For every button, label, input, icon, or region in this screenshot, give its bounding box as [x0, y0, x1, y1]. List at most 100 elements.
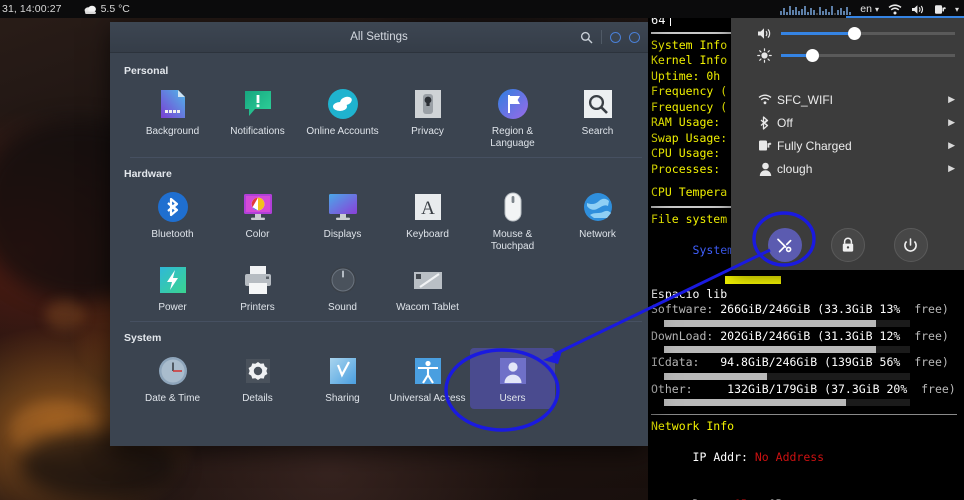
settings-tile-label: Keyboard	[406, 229, 449, 240]
disk-bar	[664, 399, 910, 406]
volume-slider-row[interactable]	[731, 22, 964, 44]
chevron-right-icon: ▶	[948, 94, 955, 104]
clock[interactable]: 31, 14:00:27	[2, 3, 62, 15]
settings-tile-network[interactable]: Network	[555, 184, 640, 257]
menu-item-wifi[interactable]: SFC_WIFI ▶	[731, 88, 964, 111]
settings-tile-label: Displays	[323, 229, 362, 240]
brightness-slider-row[interactable]	[731, 44, 964, 66]
disk-line: ICdata: 94.8GiB/246GiB (139GiB 56% free)	[651, 355, 949, 369]
color-icon	[241, 190, 275, 224]
minimize-button[interactable]	[610, 31, 621, 43]
settings-tile-keyboard[interactable]: A Keyboard	[385, 184, 470, 257]
displays-icon	[326, 190, 360, 224]
settings-tile-label: Printers	[240, 302, 275, 313]
details-icon	[241, 354, 275, 388]
brightness-slider-track[interactable]	[781, 48, 955, 62]
settings-tile-label: Color	[245, 229, 270, 240]
disk-row: DownLoad: 202GiB/246GiB (31.3GiB 12% fre…	[651, 328, 961, 353]
top-bar: 31, 14:00:27 5.5 °C en ▾ ▾	[0, 0, 964, 18]
lock-button[interactable]	[830, 228, 865, 262]
settings-tile-users[interactable]: Users	[470, 348, 555, 409]
users-icon	[496, 354, 530, 388]
wacom-tablet-icon	[411, 263, 445, 297]
weather-indicator[interactable]: 5.5 °C	[84, 3, 130, 15]
all-settings-window: All Settings Personal Background Notific…	[110, 22, 648, 446]
weather-temp: 5.5 °C	[100, 3, 130, 15]
settings-tile-power[interactable]: Power	[130, 257, 215, 318]
settings-tile-bluetooth[interactable]: Bluetooth	[130, 184, 215, 257]
settings-tile-label: Sharing	[325, 393, 360, 404]
volume-icon[interactable]	[911, 4, 925, 15]
settings-tile-label: Notifications	[230, 126, 285, 137]
settings-grid-personal: Background Notifications Online Accounts…	[110, 79, 648, 162]
language-indicator[interactable]: en ▾	[860, 3, 879, 15]
menu-item-bluetooth[interactable]: Off ▶	[731, 111, 964, 134]
settings-tile-notifications[interactable]: Notifications	[215, 81, 300, 154]
search-icon[interactable]	[580, 31, 593, 44]
settings-tile-label: Privacy	[411, 126, 444, 137]
settings-tile-universal-access[interactable]: Universal Access	[385, 348, 470, 409]
power-button[interactable]	[893, 228, 928, 262]
indicator-graph-icon[interactable]	[780, 4, 852, 15]
network-down-row: Down: 0B 0B	[651, 481, 961, 500]
settings-tile-online-accounts[interactable]: Online Accounts	[300, 81, 385, 154]
sharing-icon	[326, 354, 360, 388]
lock-icon	[842, 237, 853, 252]
settings-tile-displays[interactable]: Displays	[300, 184, 385, 257]
disk-bar	[664, 319, 910, 327]
menu-item-battery[interactable]: Fully Charged ▶	[731, 134, 964, 157]
bluetooth-icon	[156, 190, 190, 224]
settings-tile-label: Date & Time	[144, 393, 201, 404]
disk-row: Software: 266GiB/246GiB (33.3GiB 13% fre…	[651, 302, 961, 327]
menu-item-label: Fully Charged	[777, 138, 852, 153]
settings-tile-printers[interactable]: Printers	[215, 257, 300, 318]
settings-tools-icon	[777, 238, 792, 252]
disk-line: Software: 266GiB/246GiB (33.3GiB 13% fre…	[651, 302, 949, 316]
settings-tile-region-language[interactable]: Region & Language	[470, 81, 555, 154]
screen-root: 31, 14:00:27 5.5 °C en ▾ ▾ 64 System Inf…	[0, 0, 964, 500]
disk-row: ICdata: 94.8GiB/246GiB (139GiB 56% free)	[651, 355, 961, 380]
settings-tile-mouse-touchpad[interactable]: Mouse & Touchpad	[470, 184, 555, 257]
settings-tile-sound[interactable]: Sound	[300, 257, 385, 318]
settings-tile-label: Background	[145, 126, 200, 137]
settings-grid-system: Date & Time Details Sharing Universal Ac…	[110, 346, 648, 413]
language-label: en	[860, 3, 872, 15]
user-icon	[753, 162, 777, 176]
settings-tile-details[interactable]: Details	[215, 348, 300, 409]
battery-icon	[753, 139, 777, 152]
settings-tile-label: Mouse & Touchpad	[490, 229, 535, 252]
settings-tile-label: Power	[158, 302, 187, 313]
wifi-icon[interactable]	[888, 3, 902, 15]
settings-tile-label: Details	[242, 393, 273, 404]
mouse-touchpad-icon	[496, 190, 530, 224]
section-separator	[130, 157, 642, 158]
settings-tile-color[interactable]: Color	[215, 184, 300, 257]
disk-row: Other: 132GiB/179GiB (37.3GiB 20% free)	[651, 382, 961, 406]
settings-tile-search[interactable]: Search	[555, 81, 640, 154]
maximize-button[interactable]	[629, 31, 640, 43]
disk-bar	[664, 346, 910, 353]
volume-slider-track[interactable]	[781, 26, 955, 40]
conky-disk-list: Software: 266GiB/246GiB (33.3GiB 13% fre…	[651, 302, 961, 406]
menu-item-user[interactable]: clough ▶	[731, 157, 964, 180]
sound-icon	[326, 263, 360, 297]
privacy-icon	[411, 87, 445, 121]
settings-tile-privacy[interactable]: Privacy	[385, 81, 470, 154]
settings-tile-date-time[interactable]: Date & Time	[130, 348, 215, 409]
page-title: All Settings	[350, 31, 408, 43]
system-menu-caret-icon[interactable]: ▾	[955, 5, 959, 14]
notifications-icon	[241, 87, 275, 121]
settings-tile-sharing[interactable]: Sharing	[300, 348, 385, 409]
settings-tile-background[interactable]: Background	[130, 81, 215, 154]
conky-systems-bar	[725, 275, 781, 284]
disk-line: DownLoad: 202GiB/246GiB (31.3GiB 12% fre…	[651, 328, 949, 343]
online-accounts-icon	[326, 87, 360, 121]
chevron-right-icon: ▶	[948, 117, 955, 127]
power-icon	[156, 263, 190, 297]
settings-tile-label: Region & Language	[490, 126, 535, 149]
settings-button[interactable]	[767, 228, 802, 262]
conky-divider-3	[651, 414, 957, 415]
battery-icon[interactable]	[934, 4, 946, 15]
topbar-right-group: en ▾ ▾	[780, 3, 959, 15]
settings-tile-wacom-tablet[interactable]: Wacom Tablet	[385, 257, 470, 318]
